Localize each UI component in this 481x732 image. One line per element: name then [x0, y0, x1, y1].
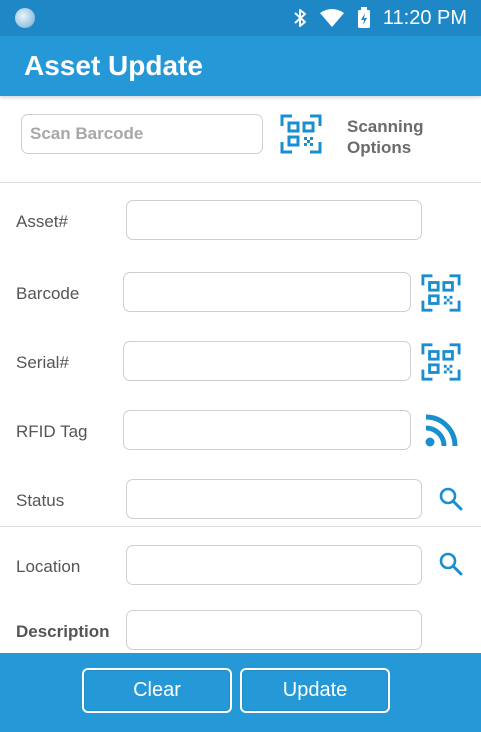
- clear-button[interactable]: Clear: [82, 668, 232, 713]
- description-label: Description: [16, 622, 110, 641]
- serial-number-input[interactable]: [123, 341, 411, 381]
- section-divider: [0, 526, 481, 527]
- update-button[interactable]: Update: [240, 668, 390, 713]
- barcode-qr-scan-icon[interactable]: [421, 273, 461, 318]
- barcode-input[interactable]: [123, 272, 411, 312]
- scan-barcode-input[interactable]: [21, 114, 263, 154]
- bottom-action-bar: Clear Update: [0, 653, 481, 732]
- qr-scan-icon[interactable]: [280, 114, 322, 154]
- description-input[interactable]: [126, 610, 422, 650]
- serial-qr-scan-icon[interactable]: [421, 342, 461, 387]
- status-input[interactable]: [126, 479, 422, 519]
- barcode-label: Barcode: [16, 284, 80, 303]
- status-icons: 11:20 PM: [293, 0, 467, 36]
- asset-label: Asset#: [16, 212, 68, 231]
- battery-icon: [357, 7, 371, 29]
- rfid-tag-label: RFID Tag: [16, 422, 88, 441]
- status-search-icon[interactable]: [438, 486, 464, 517]
- location-label: Location: [16, 557, 81, 576]
- bluetooth-icon: [293, 8, 307, 28]
- scanning-options-label[interactable]: Scanning Options: [347, 116, 437, 158]
- wifi-icon: [319, 8, 345, 28]
- rfid-icon[interactable]: [424, 414, 458, 453]
- location-search-icon[interactable]: [438, 551, 464, 582]
- status-time: 11:20 PM: [382, 6, 467, 29]
- location-input[interactable]: [126, 545, 422, 585]
- page-title: Asset Update: [24, 50, 203, 81]
- app-notification-icon: [15, 8, 35, 28]
- status-bar: 11:20 PM: [0, 0, 481, 36]
- status-label: Status: [16, 491, 65, 510]
- app-bar: Asset Update: [0, 36, 481, 96]
- serial-label: Serial#: [16, 353, 69, 372]
- rfid-tag-input[interactable]: [123, 410, 411, 450]
- asset-number-input[interactable]: [126, 200, 422, 240]
- scan-section: Scanning Options: [0, 96, 481, 183]
